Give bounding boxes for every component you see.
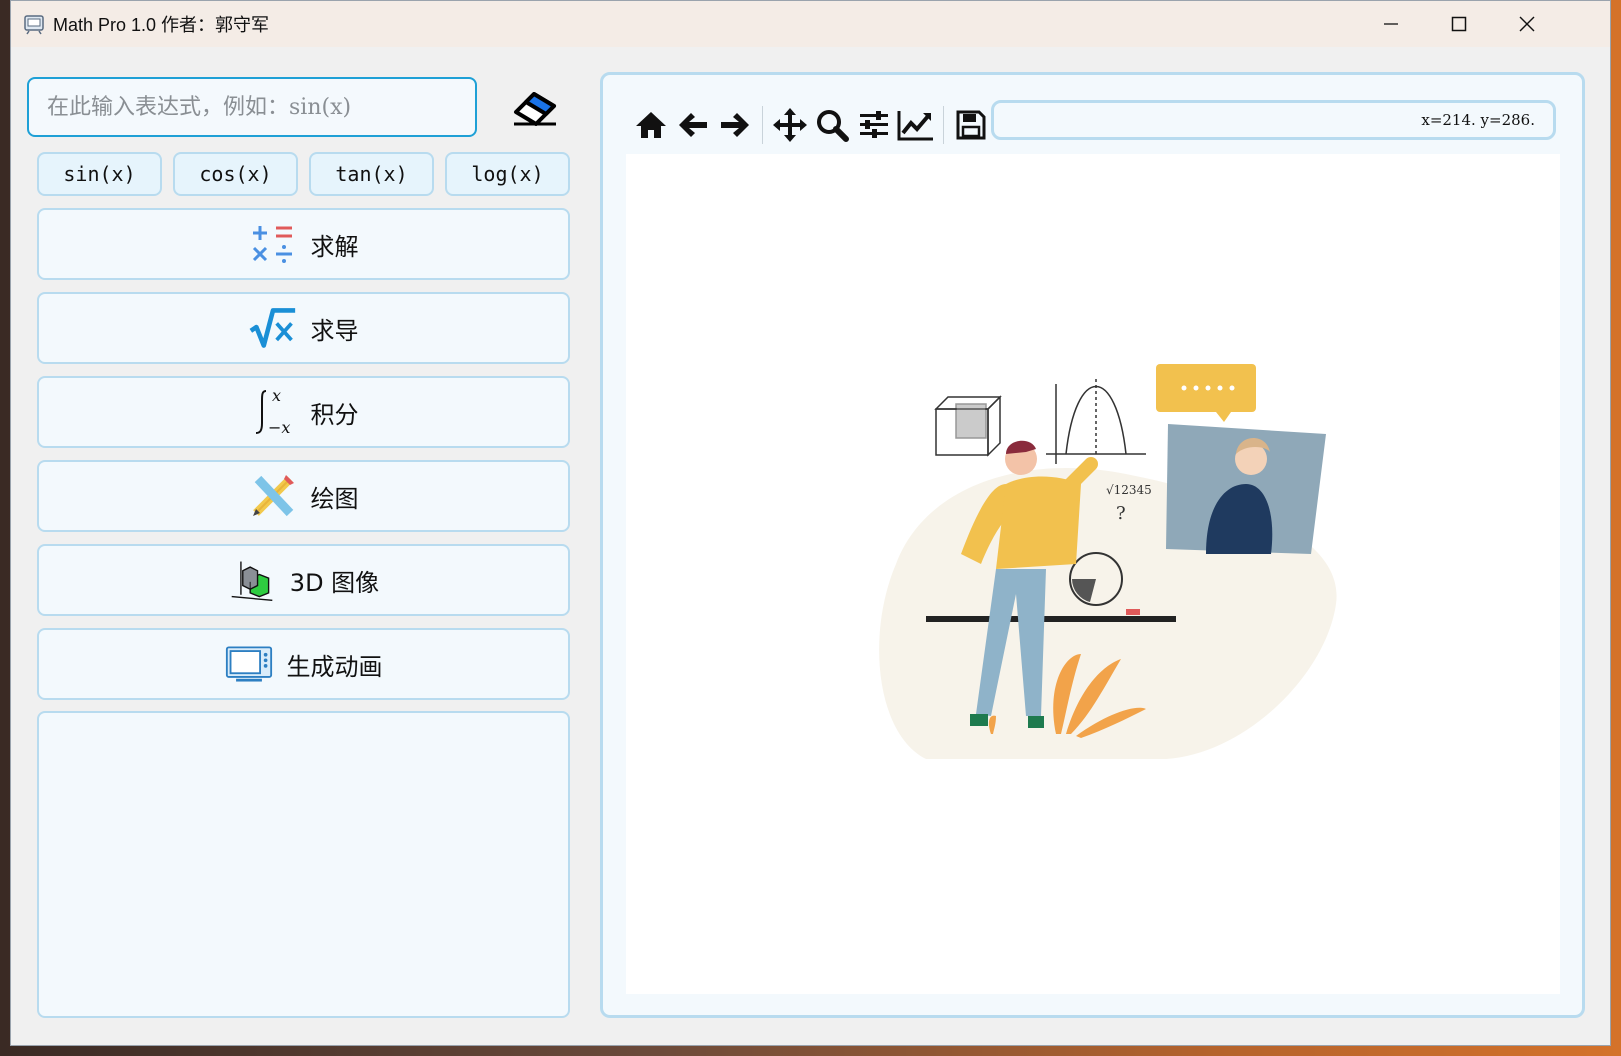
derivative-button[interactable]: 求导: [37, 292, 570, 364]
result-panel: [37, 711, 570, 1018]
forward-icon: [721, 113, 749, 137]
expression-input[interactable]: [27, 77, 477, 137]
title-bar: Math Pro 1.0 作者：郭守军: [11, 1, 1610, 47]
derivative-label: 求导: [310, 316, 359, 345]
toolbar-separator: [943, 106, 944, 144]
3d-plot-label: 3D 图像: [289, 568, 380, 597]
eraser-icon: [514, 92, 556, 126]
save-button[interactable]: [950, 104, 992, 146]
home-button[interactable]: [630, 104, 672, 146]
sin-button[interactable]: sin(x): [37, 152, 162, 196]
maximize-icon: [1451, 16, 1467, 32]
pan-button[interactable]: [769, 104, 811, 146]
edit-curve-button[interactable]: [895, 104, 937, 146]
toolbar-separator: [762, 106, 763, 144]
minimize-icon: [1384, 23, 1398, 25]
coordinate-readout: x=214. y=286.: [991, 100, 1556, 140]
home-icon: [636, 112, 666, 138]
zoom-button[interactable]: [811, 104, 853, 146]
clear-button[interactable]: [510, 86, 560, 126]
pencil-ruler-icon: [249, 472, 297, 520]
sqrt-icon: [249, 304, 297, 352]
coordinate-text: x=214. y=286.: [1421, 111, 1535, 129]
plot-toolbar: [630, 100, 992, 150]
app-icon: [24, 15, 44, 35]
subplots-icon: [860, 111, 888, 138]
integral-icon: x −x: [249, 387, 297, 437]
3d-plot-button[interactable]: 3D 图像: [37, 544, 570, 616]
plot-button[interactable]: 绘图: [37, 460, 570, 532]
close-icon: [1519, 16, 1535, 32]
edit-curve-icon: [897, 111, 933, 141]
forward-button[interactable]: [714, 104, 756, 146]
subplots-button[interactable]: [853, 104, 895, 146]
svg-text:?: ?: [1116, 503, 1126, 524]
arithmetic-icon: [249, 220, 297, 268]
animation-button[interactable]: 生成动画: [37, 628, 570, 700]
cos-button[interactable]: cos(x): [173, 152, 298, 196]
solve-button[interactable]: 求解: [37, 208, 570, 280]
tan-button[interactable]: tan(x): [309, 152, 434, 196]
svg-text:√12345: √12345: [1106, 483, 1152, 497]
svg-text:−x: −x: [268, 418, 290, 437]
back-button[interactable]: [672, 104, 714, 146]
plot-canvas[interactable]: √12345 ?: [626, 154, 1560, 994]
integral-button[interactable]: x −x 积分: [37, 376, 570, 448]
pan-icon: [773, 108, 807, 142]
back-icon: [679, 113, 707, 137]
monitor-icon: [225, 640, 273, 688]
minimize-button[interactable]: [1357, 1, 1425, 47]
3d-cube-icon: [228, 556, 276, 604]
solve-label: 求解: [310, 232, 359, 261]
maximize-button[interactable]: [1425, 1, 1493, 47]
plot-label: 绘图: [310, 484, 359, 513]
integral-label: 积分: [310, 400, 359, 429]
log-button[interactable]: log(x): [445, 152, 570, 196]
zoom-icon: [817, 110, 849, 142]
animation-label: 生成动画: [286, 652, 383, 681]
save-icon: [956, 110, 986, 140]
window-title: Math Pro 1.0 作者：郭守军: [53, 15, 270, 35]
math-teacher-illustration: √12345 ?: [879, 364, 1337, 759]
close-button[interactable]: [1493, 1, 1561, 47]
svg-text:x: x: [272, 387, 281, 405]
